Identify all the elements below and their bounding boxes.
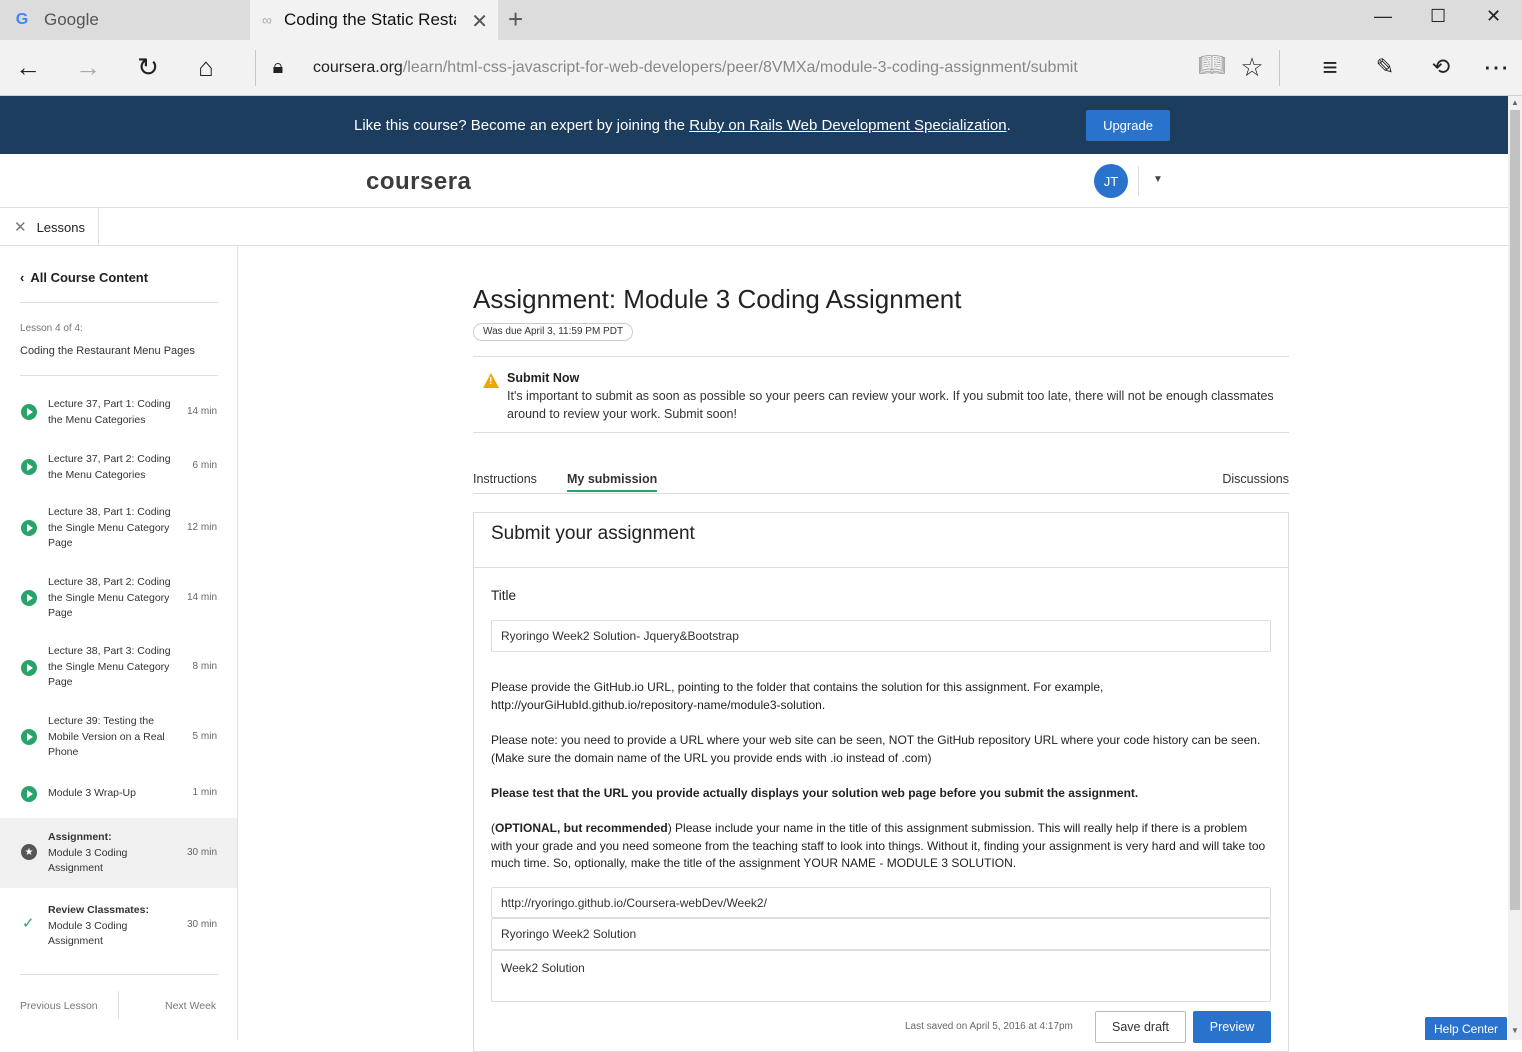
chevron-left-icon: ‹	[20, 270, 25, 285]
forward-icon[interactable]: →	[72, 52, 104, 83]
chevron-down-icon[interactable]: ▼	[1153, 174, 1163, 185]
web-note-icon[interactable]: ✎	[1369, 54, 1401, 80]
close-tab-icon[interactable]: ✕	[471, 9, 488, 34]
address-bar: ← → ↻ ⌂ 🔒︎ coursera.org/learn/html-css-j…	[0, 40, 1522, 96]
more-icon[interactable]: ⋯	[1480, 52, 1512, 83]
coursera-logo[interactable]: coursera	[366, 168, 471, 196]
google-icon: G	[15, 11, 29, 28]
save-draft-button[interactable]: Save draft	[1095, 1011, 1186, 1043]
specialization-link[interactable]: Ruby on Rails Web Development Specializa…	[689, 117, 1006, 134]
lessons-label: Lessons	[36, 219, 85, 235]
sidebar-item-lecture-39[interactable]: Lecture 39: Testing the Mobile Version o…	[0, 714, 237, 760]
favorite-star-icon[interactable]: ☆	[1236, 52, 1268, 83]
maximize-icon[interactable]: ☐	[1430, 6, 1446, 27]
upgrade-button[interactable]: Upgrade	[1086, 110, 1170, 141]
next-week-link[interactable]: Next Week	[165, 1000, 216, 1012]
browser-tab-google[interactable]: G Google	[0, 0, 250, 40]
home-icon[interactable]: ⌂	[190, 52, 222, 83]
help-center-button[interactable]: Help Center	[1425, 1017, 1507, 1040]
check-icon: ✓	[22, 915, 35, 932]
submit-now-warning: ! Submit Now It's important to submit as…	[473, 356, 1289, 433]
avatar[interactable]: JT	[1094, 164, 1128, 198]
preview-button[interactable]: Preview	[1193, 1011, 1271, 1043]
tab-title: Google	[44, 10, 99, 29]
description-textarea[interactable]: Week2 Solution	[491, 950, 1271, 1002]
page-title: Assignment: Module 3 Coding Assignment	[473, 284, 962, 314]
share-icon[interactable]: ⟲	[1425, 54, 1457, 80]
card-header: Submit your assignment	[474, 513, 1288, 568]
last-saved-text: Last saved on April 5, 2016 at 4:17pm	[905, 1021, 1073, 1032]
url-field[interactable]: coursera.org/learn/html-css-javascript-f…	[313, 59, 1078, 77]
instructions-para-4: (OPTIONAL, but recommended) Please inclu…	[491, 821, 1266, 870]
sidebar-item-lecture-38-2[interactable]: Lecture 38, Part 2: Coding the Single Me…	[0, 575, 237, 621]
sidebar: ‹ All Course Content Lesson 4 of 4: Codin…	[0, 246, 238, 1040]
new-tab-icon[interactable]: +	[508, 4, 523, 35]
sidebar-item-lecture-38-1[interactable]: Lecture 38, Part 1: Coding the Single Me…	[0, 505, 237, 551]
warning-title: Submit Now	[507, 371, 580, 385]
warning-icon: !	[483, 373, 499, 388]
previous-lesson-link[interactable]: Previous Lesson	[20, 1000, 98, 1012]
tab-discussions[interactable]: Discussions	[1222, 472, 1289, 486]
tab-instructions[interactable]: Instructions	[473, 472, 537, 486]
minimize-icon[interactable]: —	[1374, 6, 1392, 27]
reading-view-icon[interactable]: 📖︎	[1196, 52, 1228, 78]
play-icon	[21, 404, 37, 420]
sidebar-item-lecture-38-3[interactable]: Lecture 38, Part 3: Coding the Single Me…	[0, 644, 237, 690]
submission-form: Submit your assignment Title Ryoringo We…	[473, 512, 1289, 1052]
tab-my-submission[interactable]: My submission	[567, 472, 658, 492]
scroll-up-icon[interactable]: ▲	[1511, 98, 1519, 107]
sidebar-item-assignment[interactable]: ★ Assignment: Module 3 Coding Assignment …	[0, 818, 237, 888]
sidebar-item-wrap-up[interactable]: Module 3 Wrap-Up 1 min	[0, 784, 237, 804]
scroll-thumb[interactable]	[1510, 110, 1520, 910]
back-icon[interactable]: ←	[12, 52, 44, 83]
promo-text: Like this course? Become an expert by jo…	[354, 117, 1011, 134]
assignment-tabs: Instructions My submission Discussions	[473, 470, 1289, 494]
instructions-para-1: Please provide the GitHub.io URL, pointi…	[491, 680, 1104, 712]
instructions-para-3: Please test that the URL you provide act…	[491, 786, 1139, 800]
coursera-icon: ∞	[262, 12, 272, 28]
title-input[interactable]: Ryoringo Week2 Solution- Jquery&Bootstra…	[491, 620, 1271, 652]
url-input[interactable]: http://ryoringo.github.io/Coursera-webDe…	[491, 887, 1271, 918]
refresh-icon[interactable]: ↻	[132, 52, 164, 83]
play-icon	[21, 786, 37, 802]
sidebar-item-lecture-37-1[interactable]: Lecture 37, Part 1: Coding the Menu Cate…	[0, 394, 237, 430]
all-course-content-link[interactable]: ‹ All Course Content	[20, 270, 148, 285]
scroll-down-icon[interactable]: ▼	[1511, 1026, 1519, 1035]
play-icon	[21, 729, 37, 745]
star-icon: ★	[21, 844, 37, 860]
play-icon	[21, 520, 37, 536]
instructions-para-2: Please note: you need to provide a URL w…	[491, 733, 1261, 765]
url-title-input[interactable]: Ryoringo Week2 Solution	[491, 918, 1271, 950]
browser-tab-coursera[interactable]: ∞ Coding the Static Restau ✕	[250, 0, 498, 40]
due-badge: Was due April 3, 11:59 PM PDT	[473, 323, 634, 341]
warning-text: It's important to submit as soon as poss…	[507, 389, 1274, 421]
lesson-name: Coding the Restaurant Menu Pages	[20, 345, 195, 357]
lessons-toggle-button[interactable]: ✕ Lessons	[0, 208, 99, 246]
site-header: coursera JT ▼	[0, 154, 1508, 208]
close-icon: ✕	[14, 219, 27, 236]
card-title: Submit your assignment	[491, 523, 695, 544]
play-icon	[21, 590, 37, 606]
sidebar-item-lecture-37-2[interactable]: Lecture 37, Part 2: Coding the Menu Cate…	[0, 449, 237, 485]
play-icon	[21, 660, 37, 676]
sidebar-item-review-classmates[interactable]: ✓ Review Classmates: Module 3 Coding Assi…	[0, 901, 237, 953]
title-label: Title	[491, 588, 517, 603]
hub-icon[interactable]: ≡	[1314, 52, 1346, 83]
promo-banner: Like this course? Become an expert by jo…	[0, 96, 1508, 154]
browser-tab-bar: G Google ∞ Coding the Static Restau ✕ + …	[0, 0, 1522, 40]
play-icon	[21, 459, 37, 475]
window-close-icon[interactable]: ✕	[1486, 6, 1501, 27]
scrollbar[interactable]: ▲ ▼	[1508, 96, 1522, 1040]
tab-title: Coding the Static Restau	[283, 10, 456, 29]
lesson-meta: Lesson 4 of 4:	[20, 323, 83, 334]
lock-icon: 🔒︎	[272, 56, 284, 78]
lessons-bar: ✕ Lessons	[0, 208, 1508, 246]
